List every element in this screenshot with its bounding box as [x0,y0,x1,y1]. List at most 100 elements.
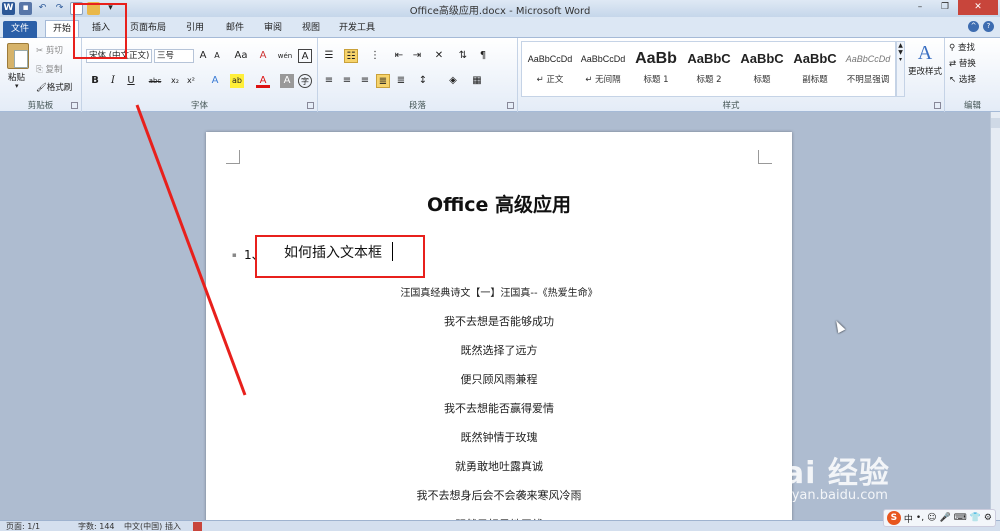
copy-button[interactable]: ⎘ 复制 [36,63,63,75]
find-label: 查找 [957,43,975,53]
enclose-characters-icon[interactable]: 字 [298,74,312,88]
replace-icon: ⇄ [949,59,959,69]
select-button[interactable]: ↖ 选择 [949,73,976,85]
baidu-watermark: Bai 经验 jingyan.baidu.com [760,448,990,508]
replace-button[interactable]: ⇄ 替换 [949,57,976,69]
bold-button[interactable]: B [88,74,102,88]
align-center-icon[interactable]: ≡ [340,74,354,88]
tab-references[interactable]: 引用 [180,20,210,37]
format-painter-button[interactable]: 🖌格式刷 [36,81,72,93]
style-item-heading-2[interactable]: AaBbC 标题 2 [683,45,735,93]
minimize-button[interactable]: – [908,0,932,15]
text-effects-icon[interactable]: A [208,74,222,88]
styles-gallery-scroll[interactable]: ▲ ▼ ▾ [896,41,905,97]
document-page[interactable]: Office 高级应用 ▪ 1、 如何插入文本框 汪国真经典诗文【一】汪国真--… [206,132,792,531]
highlight-color-icon[interactable]: ab [230,74,244,88]
distributed-icon[interactable]: ≣ [394,74,408,88]
superscript-button[interactable]: x² [184,74,198,88]
find-button[interactable]: ⚲ 查找 [949,41,975,53]
heading-highlight [255,235,425,278]
phonetic-guide-icon[interactable]: wén [276,49,294,63]
skin-icon[interactable]: 👕 [970,513,981,523]
style-name: 标题 2 [696,75,722,85]
ruler-toggle-icon[interactable] [991,118,1000,128]
underline-button[interactable]: U [124,74,138,88]
subscript-button[interactable]: x₂ [168,74,182,88]
ime-language[interactable]: 中 [904,512,913,525]
italic-button[interactable]: I [106,74,120,88]
strikethrough-button[interactable]: abc [146,74,164,88]
vertical-scrollbar[interactable] [990,112,1000,520]
borders-icon[interactable]: ▦ [470,74,484,88]
maximize-button[interactable]: ❐ [933,0,957,15]
status-language[interactable]: 中文(中国) [124,521,162,531]
numbering-icon[interactable]: ☷ [344,49,358,63]
tab-mailings[interactable]: 邮件 [220,20,250,37]
shrink-font-icon[interactable]: A [210,49,224,63]
change-case-icon[interactable]: Aa [232,49,250,63]
status-bar: 页面: 1/1 字数: 144 中文(中国) 插入 [0,520,1000,531]
insert-tab-highlight [73,3,127,59]
line-spacing-icon[interactable]: ↕ [416,74,430,88]
align-right-icon[interactable]: ≡ [358,74,372,88]
decrease-indent-icon[interactable]: ⇤ [392,49,406,63]
help-icons: ^ ? [968,21,994,32]
ime-toolbar: S 中 •, ☺ 🎤 ⌨ 👕 ⚙ [882,509,996,527]
font-group-label: 字体 [190,101,208,111]
justify-icon[interactable]: ≣ [376,74,390,88]
tab-developer[interactable]: 开发工具 [334,20,380,37]
sogou-logo-icon[interactable]: S [886,511,901,525]
styles-launcher-icon[interactable] [934,102,941,109]
character-border-icon[interactable]: A [298,49,312,63]
style-item-no-spacing[interactable]: AaBbCcDd ↵ 无间隔 [577,45,629,93]
paste-dropdown-icon[interactable]: ▾ [15,82,19,90]
style-item-subtle-emphasis[interactable]: AaBbCcDd 不明显强调 [842,45,894,93]
tools-icon[interactable]: ⚙ [984,513,992,523]
change-styles-button[interactable]: A 更改样式 [908,42,942,77]
styles-gallery: AaBbCcDd ↵ 正文 AaBbCcDd ↵ 无间隔 AaBb 标题 1 A… [521,41,896,97]
cut-button[interactable]: ✂ 剪切 [36,44,63,56]
close-button[interactable]: ✕ [958,0,998,15]
paragraph-launcher-icon[interactable] [507,102,514,109]
emoji-icon[interactable]: ☺ [927,513,936,523]
style-item-normal[interactable]: AaBbCcDd ↵ 正文 [524,45,576,93]
paragraph-group: ☰ ☷ ⋮ ⇤ ⇥ ✕ ⇅ ¶ ≡ ≡ ≡ ≣ ≣ ↕ ◈ ▦ 段落 [318,38,518,112]
chinese-layout-icon[interactable]: ✕ [432,49,446,63]
help-icon[interactable]: ? [983,21,994,32]
increase-indent-icon[interactable]: ⇥ [410,49,424,63]
shading-icon[interactable]: ◈ [446,74,460,88]
macro-record-icon[interactable] [193,522,202,531]
font-color-icon[interactable]: A [256,74,270,88]
cut-label: 剪切 [45,46,63,56]
grow-font-icon[interactable]: A [196,49,210,63]
clear-formatting-icon[interactable]: A [256,49,270,63]
clipboard-launcher-icon[interactable] [71,102,78,109]
punctuation-icon[interactable]: •, [916,513,924,523]
style-item-heading-1[interactable]: AaBb 标题 1 [630,45,682,93]
tab-file[interactable]: 文件 [3,21,37,38]
poem-line: 我不去想身后会不会袭来寒风冷雨 [416,489,582,502]
multilevel-list-icon[interactable]: ⋮ [368,49,382,63]
tab-page-layout[interactable]: 页面布局 [126,20,170,37]
microphone-icon[interactable]: 🎤 [939,513,950,523]
poem-line: 我不去想能否赢得爱情 [444,402,554,415]
paste-icon[interactable] [7,43,29,69]
status-page[interactable]: 页面: 1/1 [6,521,40,531]
style-item-subtitle[interactable]: AaBbC 副标题 [789,45,841,93]
align-left-icon[interactable]: ≡ [322,74,336,88]
bullets-icon[interactable]: ☰ [322,49,336,63]
character-shading-icon[interactable]: A [280,74,294,88]
find-icon: ⚲ [949,43,958,53]
keyboard-icon[interactable]: ⌨ [954,513,967,523]
font-size-select[interactable]: 三号 [154,49,194,63]
show-marks-icon[interactable]: ¶ [476,49,490,63]
font-launcher-icon[interactable] [307,102,314,109]
status-word-count[interactable]: 字数: 144 [78,521,115,531]
tab-review[interactable]: 审阅 [258,20,288,37]
status-insert-mode[interactable]: 插入 [165,521,181,531]
style-item-title[interactable]: AaBbC 标题 [736,45,788,93]
tab-view[interactable]: 视图 [296,20,326,37]
sort-icon[interactable]: ⇅ [456,49,470,63]
select-icon: ↖ [949,75,959,85]
minimize-ribbon-icon[interactable]: ^ [968,21,979,32]
